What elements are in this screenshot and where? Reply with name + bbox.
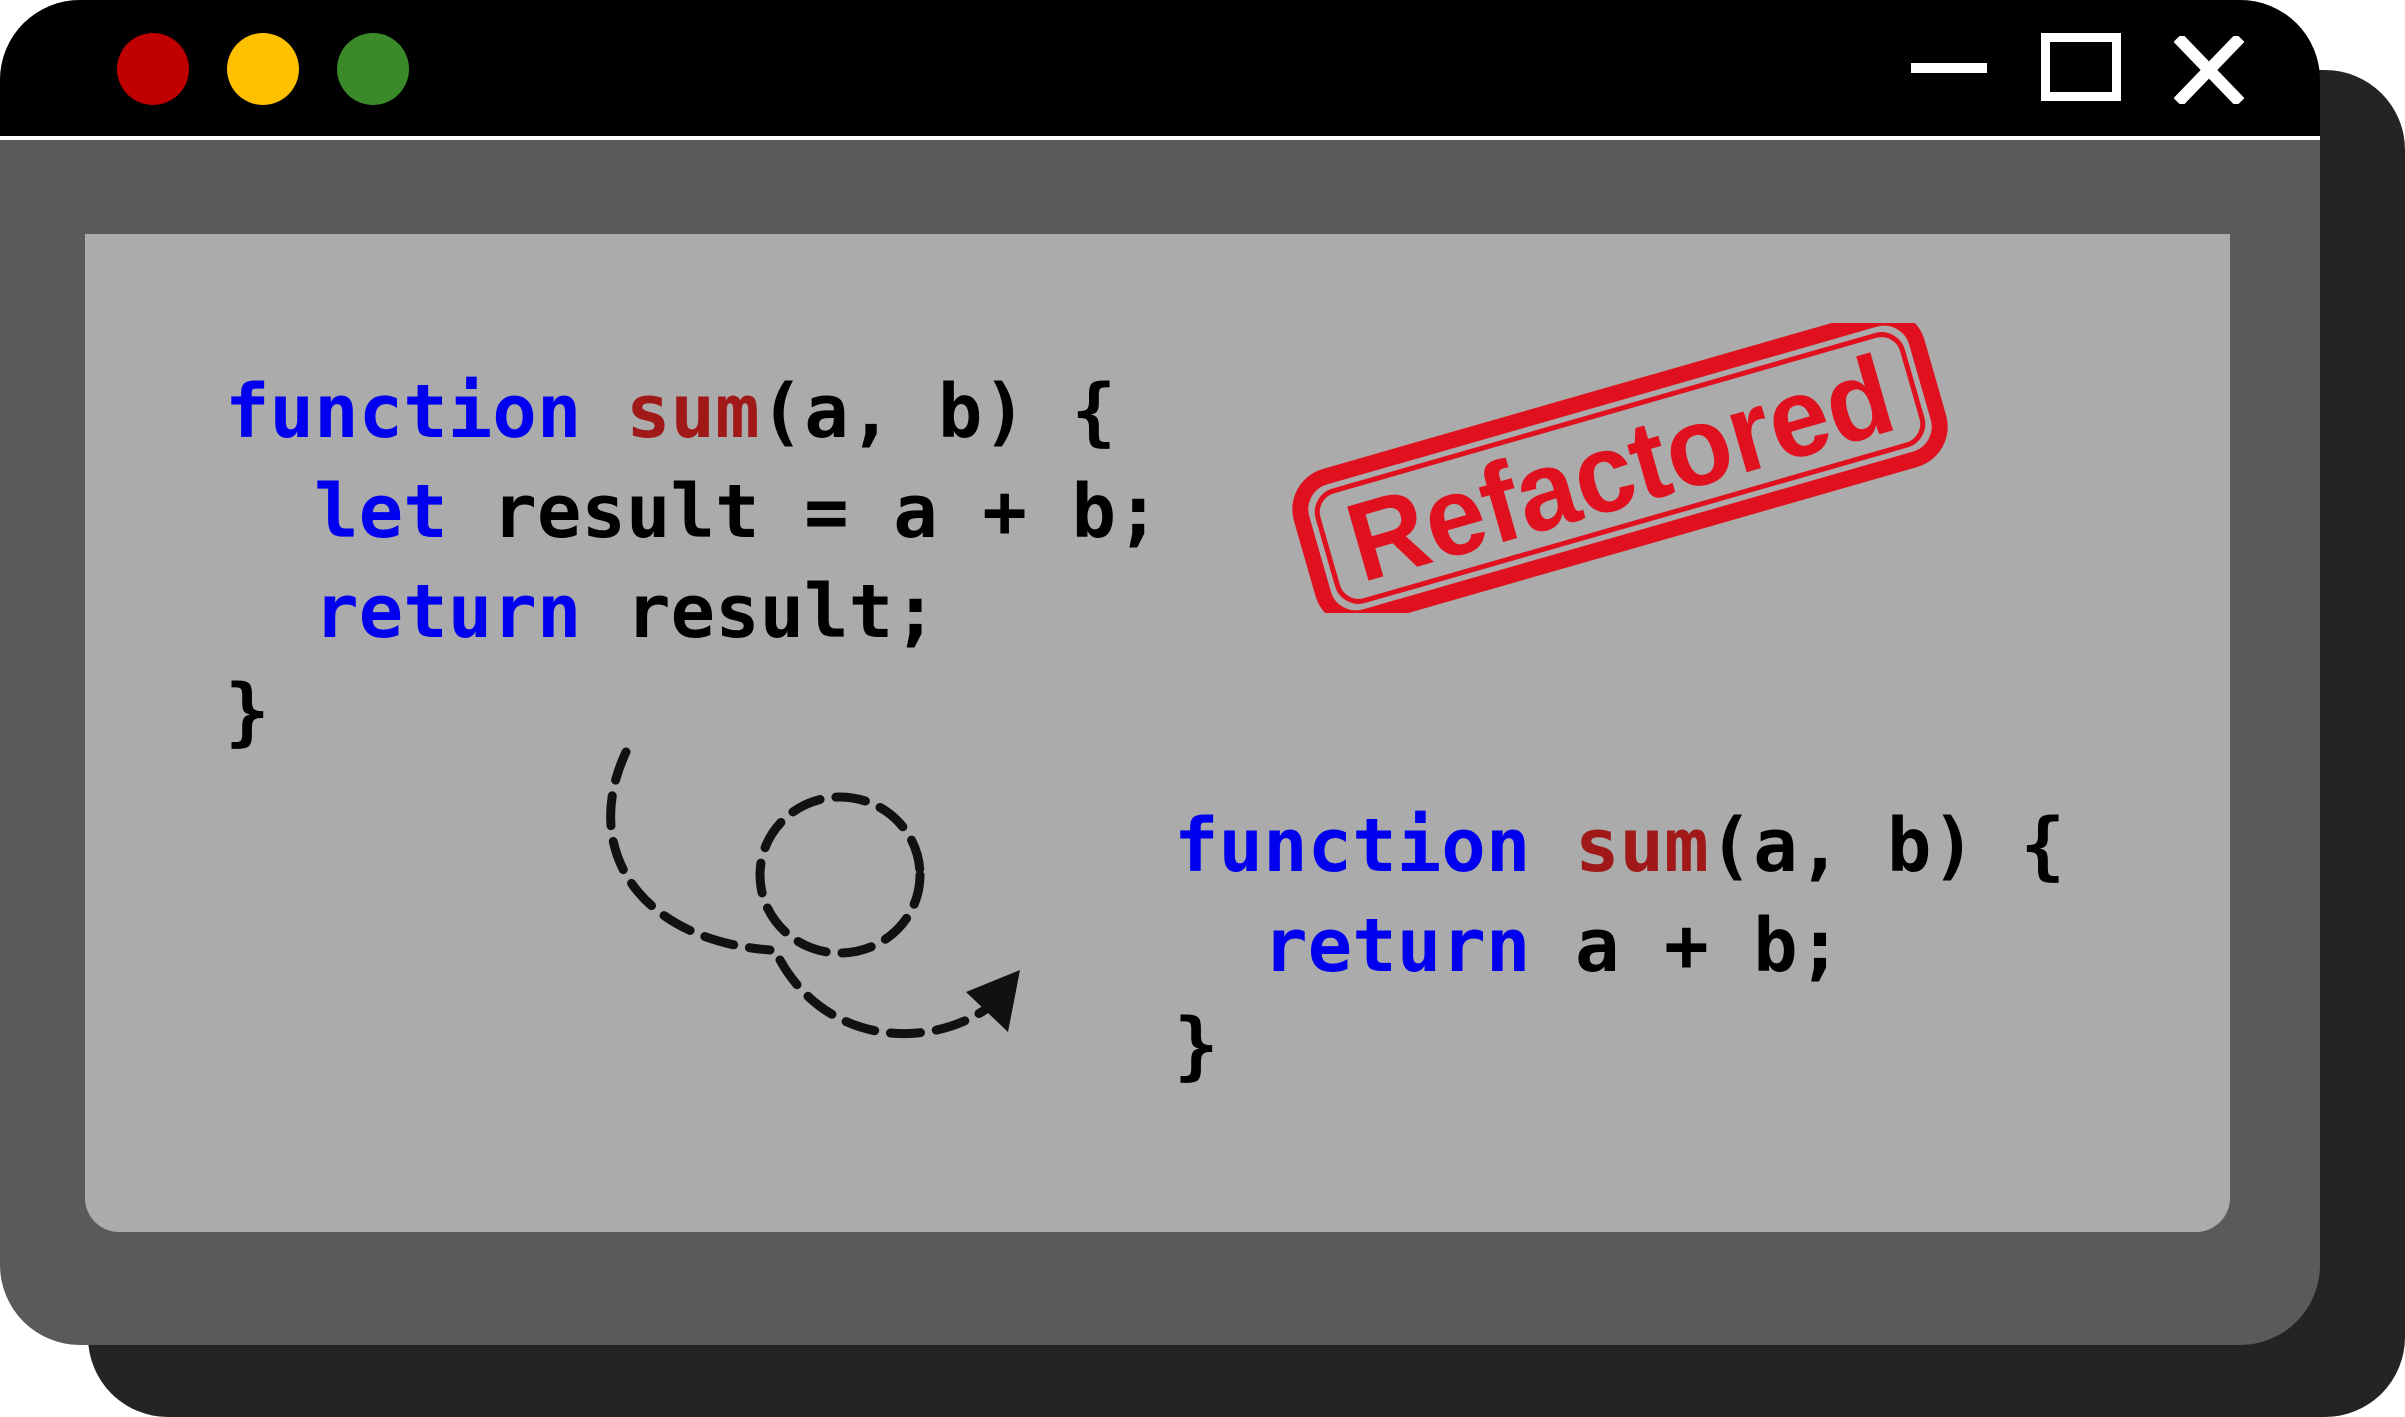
minimize-icon[interactable] (1911, 63, 1987, 73)
code-after: function sum(a, b) { return a + b;} (1174, 796, 2065, 1096)
code-text: } (1174, 1003, 1219, 1089)
code-text: result; (581, 569, 938, 655)
title-bar (0, 0, 2320, 140)
code-line: function sum(a, b) { (1174, 796, 2065, 896)
code-text: (a, b) { (759, 369, 1117, 455)
code-line: return result; (225, 562, 1161, 662)
close-icon[interactable] (2174, 36, 2244, 104)
keyword: function (1174, 803, 1531, 889)
close-light[interactable] (117, 33, 189, 105)
code-text: result = a + b; (447, 469, 1161, 555)
code-line: let result = a + b; (225, 462, 1161, 562)
keyword: let (314, 469, 448, 555)
code-line: function sum(a, b) { (225, 362, 1161, 462)
function-name: sum (1574, 803, 1709, 889)
keyword: return (1263, 903, 1531, 989)
code-line: return a + b; (1174, 896, 2065, 996)
maximize-icon[interactable] (2041, 33, 2121, 101)
function-name: sum (625, 369, 760, 455)
code-text: } (225, 669, 270, 755)
code-line: } (1174, 996, 2065, 1096)
code-text: (a, b) { (1708, 803, 2066, 889)
stage: function sum(a, b) { let result = a + b;… (0, 0, 2405, 1417)
minimize-light[interactable] (227, 33, 299, 105)
code-before: function sum(a, b) { let result = a + b;… (225, 362, 1161, 762)
keyword: function (225, 369, 582, 455)
zoom-light[interactable] (337, 33, 409, 105)
dashed-loop-arrow-icon (606, 747, 1020, 1039)
stamp-text: Refactored (1334, 331, 1907, 606)
refactored-stamp: Refactored (1292, 323, 1948, 613)
app-window: function sum(a, b) { let result = a + b;… (0, 0, 2320, 1345)
keyword: return (314, 569, 582, 655)
code-text: a + b; (1530, 903, 1843, 989)
